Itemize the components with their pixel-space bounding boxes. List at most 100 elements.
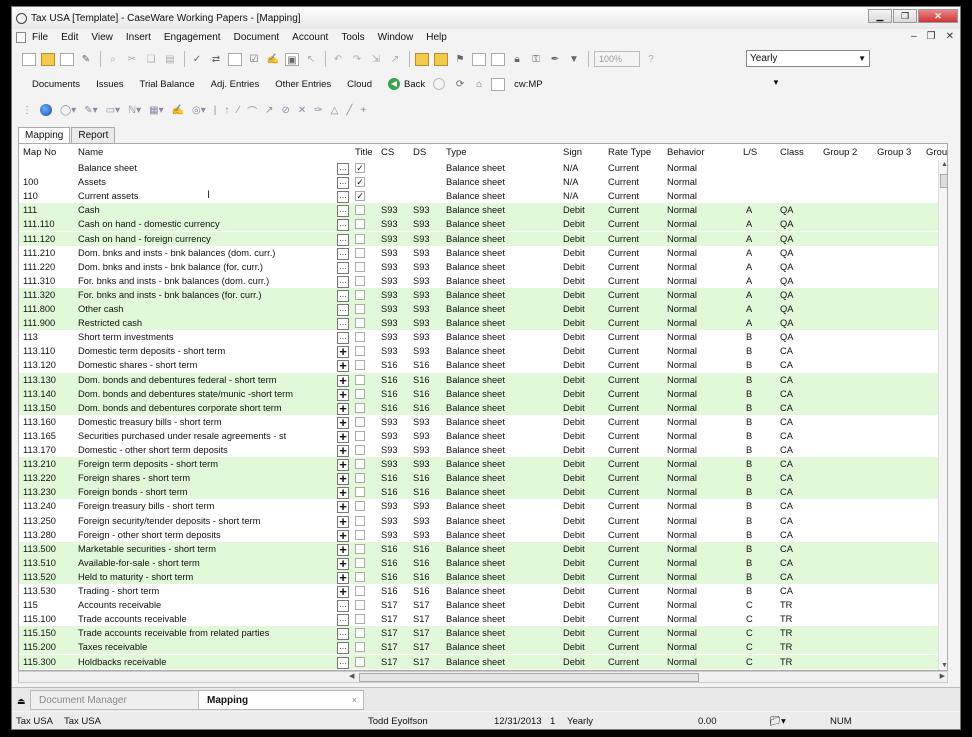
menu-engagement[interactable]: Engagement <box>164 32 221 43</box>
expand-plus-button[interactable]: + <box>337 515 349 528</box>
col-group-4[interactable]: Grou <box>926 147 947 158</box>
col-ls[interactable]: L/S <box>743 147 757 158</box>
nav-cloud[interactable]: Cloud <box>347 79 372 90</box>
table-row[interactable]: 111.800 Other cash S93 S93 Balance sheet Debi… <box>19 302 947 317</box>
refresh-icon[interactable]: ⟳ <box>453 78 467 91</box>
table-row[interactable]: 115.100 Trade accounts receivable S17 S17 Ba… <box>19 612 947 627</box>
document-icon[interactable] <box>228 52 242 66</box>
expand-plus-button[interactable]: + <box>337 543 349 556</box>
globe-icon[interactable] <box>40 104 52 116</box>
shape-tool-icon[interactable]: ◎▾ <box>192 105 206 116</box>
pen-tool-icon[interactable]: ✑ <box>314 105 322 116</box>
expand-plus-button[interactable]: + <box>337 374 349 387</box>
expand-plus-button[interactable]: + <box>337 500 349 514</box>
close-tab-icon[interactable]: × <box>352 695 357 705</box>
title-checkbox[interactable] <box>355 360 365 371</box>
title-checkbox[interactable] <box>355 600 365 611</box>
title-checkbox[interactable]: ✓ <box>355 191 365 202</box>
title-checkbox[interactable] <box>355 388 365 399</box>
slash-tool-icon[interactable]: ╱ <box>346 105 352 116</box>
table-row[interactable]: 100 Assets Balance sheet N/A Current Normal … ✓ <box>19 175 947 190</box>
minimize-button[interactable]: ▁ <box>868 9 892 23</box>
save-icon[interactable] <box>60 52 74 66</box>
back-button[interactable]: Back <box>404 79 425 90</box>
home-icon[interactable]: ⌂ <box>472 78 486 91</box>
expand-plus-button[interactable]: + <box>337 444 349 457</box>
ellipsis-button[interactable]: … <box>337 600 349 613</box>
title-checkbox[interactable] <box>355 416 365 427</box>
scroll-left-icon[interactable]: ◀ <box>349 672 354 680</box>
mdi-close-icon[interactable]: ✕ <box>946 31 954 42</box>
title-checkbox[interactable] <box>355 332 365 343</box>
table-row[interactable]: 113.110 Domestic term deposits - short te… <box>19 344 947 359</box>
table-row[interactable]: 113.520 Held to maturity - short term S16 S… <box>19 569 947 584</box>
link-icon[interactable]: ⇄ <box>209 53 223 66</box>
title-checkbox[interactable] <box>355 586 365 596</box>
expand-plus-button[interactable]: + <box>337 458 349 472</box>
expand-plus-button[interactable]: + <box>337 430 349 443</box>
vertical-scrollbar[interactable]: ▲ ▼ <box>938 160 947 670</box>
expand-plus-button[interactable]: + <box>337 402 349 415</box>
table-row[interactable]: 113.210 Foreign term deposits - short ter… <box>19 457 947 472</box>
table-row[interactable]: 113.530 Trading - short term S16 S16 Balance… <box>19 584 947 598</box>
close-button[interactable]: ✕ <box>918 9 958 23</box>
lock-icon[interactable]: 🔒︎ <box>510 53 524 66</box>
ellipsis-button[interactable]: … <box>337 318 349 331</box>
expand-plus-button[interactable]: + <box>337 345 349 359</box>
ellipsis-button[interactable]: … <box>337 205 349 218</box>
title-checkbox[interactable] <box>355 487 365 498</box>
ellipsis-button[interactable]: … <box>337 656 349 669</box>
issues-icon[interactable]: ⚑ <box>453 53 467 66</box>
title-checkbox[interactable] <box>355 642 365 653</box>
table-row[interactable]: 113.500 Marketable securities - short ter… <box>19 541 947 556</box>
nav-issues[interactable]: Issues <box>96 79 123 90</box>
expand-plus-button[interactable]: + <box>337 557 349 570</box>
title-checkbox[interactable] <box>355 346 365 357</box>
scroll-right-icon[interactable]: ▶ <box>940 672 945 680</box>
col-cs[interactable]: CS <box>381 147 394 158</box>
ellipsis-button[interactable]: … <box>337 163 349 175</box>
title-checkbox[interactable] <box>355 571 365 582</box>
paste-icon[interactable]: ▤ <box>163 53 177 66</box>
table-row[interactable]: 111.110 Cash on hand - domestic currency S… <box>19 217 947 232</box>
arrow-up-icon[interactable]: ↑ <box>224 105 229 116</box>
expand-plus-button[interactable]: + <box>337 416 349 429</box>
hscroll-thumb[interactable] <box>359 673 699 682</box>
tab-mapping[interactable]: Mapping <box>18 127 71 143</box>
title-checkbox[interactable] <box>355 289 365 300</box>
table-row[interactable]: 113.510 Available-for-sale - short term S1… <box>19 555 947 570</box>
menu-help[interactable]: Help <box>426 32 447 43</box>
menu-insert[interactable]: Insert <box>126 32 151 43</box>
ellipsis-button[interactable]: … <box>337 261 349 274</box>
edit-icon[interactable]: ✎ <box>79 53 93 66</box>
title-checkbox[interactable]: ✓ <box>355 177 365 188</box>
menu-tools[interactable]: Tools <box>341 32 364 43</box>
insert-icon[interactable]: ⇲ <box>369 53 383 66</box>
col-name[interactable]: Name <box>78 147 103 158</box>
col-sign[interactable]: Sign <box>563 147 582 158</box>
table-row[interactable]: 113.130 Dom. bonds and debentures federal… <box>19 372 947 387</box>
forward-icon[interactable] <box>433 78 446 90</box>
table-row[interactable]: 113.160 Domestic treasury bills - short t… <box>19 415 947 429</box>
title-checkbox[interactable] <box>355 473 365 484</box>
report-icon[interactable] <box>472 52 486 66</box>
expand-plus-button[interactable]: + <box>337 472 349 486</box>
triangle-tool-icon[interactable]: △ <box>331 105 339 116</box>
ellipsis-button[interactable]: … <box>337 177 349 190</box>
line-icon[interactable]: ∕ <box>237 105 239 116</box>
col-map-no[interactable]: Map No <box>23 147 56 158</box>
table-row[interactable]: 111.900 Restricted cash S93 S93 Balance shee… <box>19 316 947 331</box>
arrow-tool-icon[interactable]: ↗ <box>265 105 273 116</box>
table-row[interactable]: 113.140 Dom. bonds and debentures state/m… <box>19 386 947 401</box>
expand-plus-button[interactable]: + <box>337 388 349 401</box>
table-row[interactable]: 113.150 Dom. bonds and debentures corpora… <box>19 400 947 415</box>
scroll-down-icon[interactable]: ▼ <box>941 662 947 669</box>
col-group-2[interactable]: Group 2 <box>823 147 857 158</box>
table-row[interactable]: 113.165 Securities purchased under resale… <box>19 429 947 443</box>
title-checkbox[interactable] <box>355 219 365 230</box>
mdi-restore-icon[interactable]: ❐ <box>927 31 936 42</box>
table-row[interactable]: 111 Cash S93 S93 Balance sheet Debit Current No… <box>19 203 947 218</box>
title-checkbox[interactable] <box>355 304 365 314</box>
col-ds[interactable]: DS <box>413 147 426 158</box>
col-behavior[interactable]: Behavior <box>667 147 705 158</box>
